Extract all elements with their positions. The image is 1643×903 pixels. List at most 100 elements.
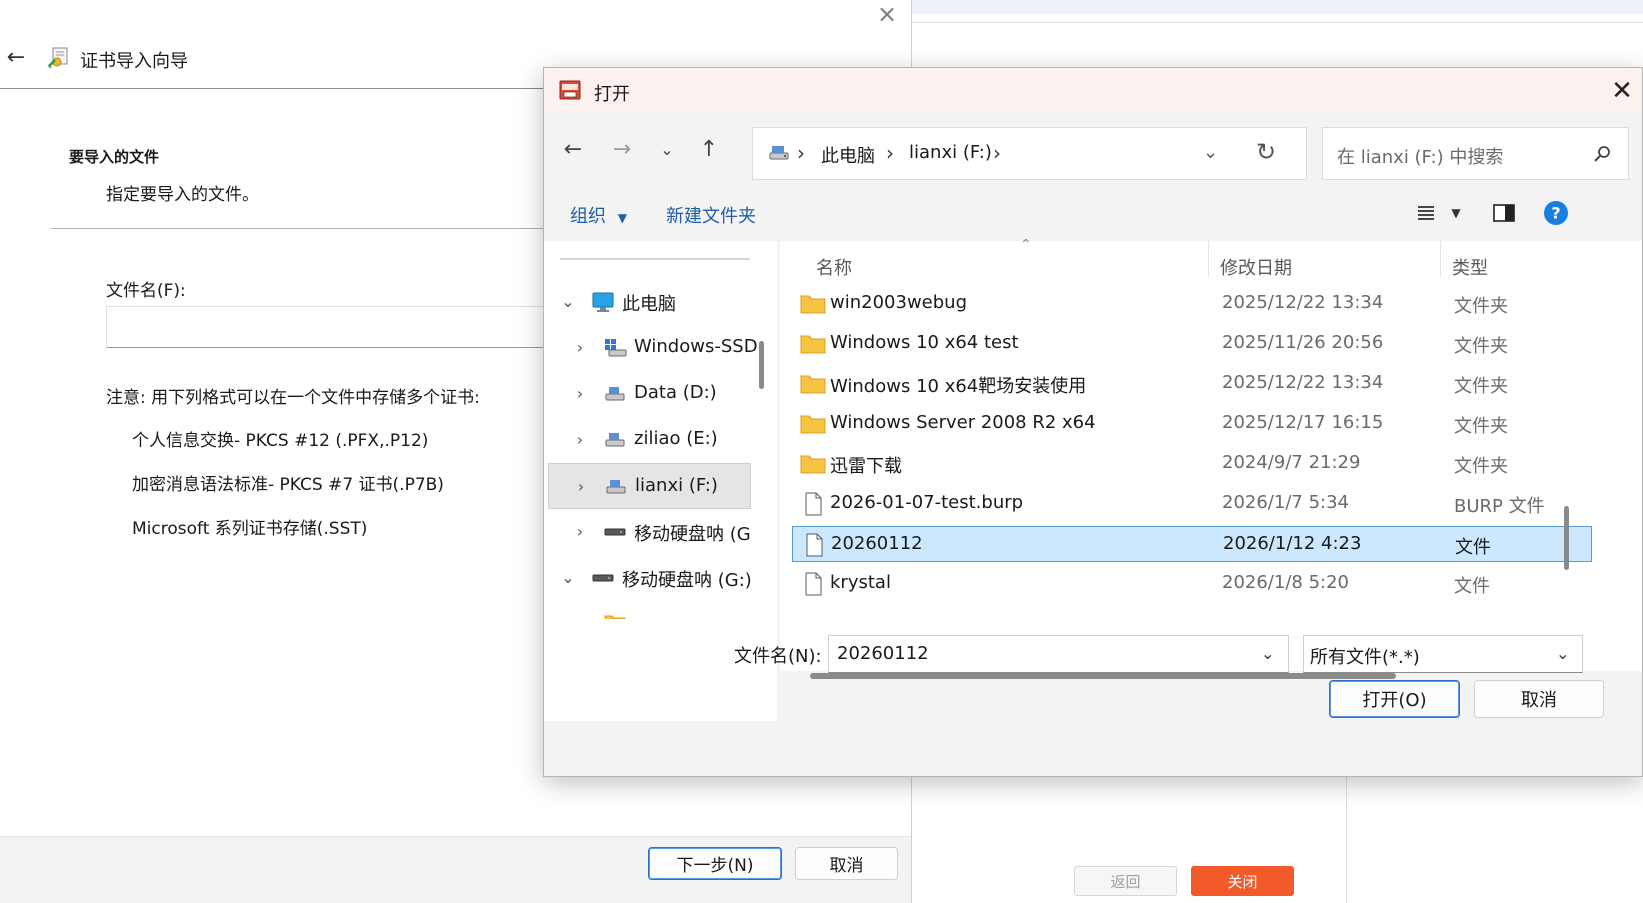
folder-icon (800, 375, 826, 394)
search-icon[interactable] (1591, 143, 1613, 165)
file-name: 20260112 (831, 533, 923, 554)
forward-arrow-icon[interactable]: → (607, 134, 637, 164)
folder-icon (800, 335, 826, 354)
breadcrumb-this-pc[interactable]: 此电脑 (821, 142, 875, 168)
file-date: 2026/1/12 4:23 (1223, 533, 1362, 554)
file-date: 2026/1/8 5:20 (1222, 572, 1349, 593)
dialog-title: 打开 (594, 84, 630, 105)
background-close-button[interactable]: 关闭 (1191, 866, 1294, 896)
close-icon[interactable]: × (873, 0, 901, 28)
file-date: 2025/12/22 13:34 (1222, 292, 1384, 313)
wizard-title: 证书导入向导 (80, 51, 188, 72)
format-item-sst: Microsoft 系列证书存储(.SST) (132, 519, 368, 539)
column-header-type[interactable]: 类型 (1452, 254, 1488, 280)
file-name: Windows 10 x64靶场安装使用 (830, 376, 1087, 397)
caret-down-icon: ▼ (617, 211, 627, 225)
file-row[interactable]: 迅雷下载 2024/9/7 21:29 文件夹 (792, 446, 1592, 482)
filename-input[interactable]: 20260112 ⌄ (828, 635, 1289, 673)
chevron-right-icon[interactable]: › (572, 477, 590, 496)
folder-icon (800, 415, 826, 434)
filename-value[interactable]: 20260112 (837, 643, 929, 664)
file-name: krystal (830, 572, 891, 593)
nav-item-partial[interactable] (544, 601, 754, 619)
file-type: 文件夹 (1454, 296, 1508, 317)
search-input[interactable]: 在 lianxi (F:) 中搜索 (1337, 143, 1503, 169)
nav-scrollbar[interactable] (759, 341, 764, 389)
nav-label: ziliao (E:) (634, 428, 718, 449)
drive-icon (769, 146, 789, 160)
chevron-down-icon[interactable]: ⌄ (559, 568, 577, 587)
open-dialog-icon (559, 80, 581, 100)
nav-label: 移动硬盘呐 (G (634, 524, 751, 545)
search-box[interactable]: 在 lianxi (F:) 中搜索 (1322, 127, 1629, 180)
filetype-select[interactable]: 所有文件(*.*) ⌄ (1303, 635, 1583, 673)
nav-item-removable-g-root[interactable]: ⌄ 移动硬盘呐 (G:) (544, 555, 754, 601)
view-options-caret-icon[interactable]: ▼ (1442, 200, 1470, 226)
file-row[interactable]: Windows Server 2008 R2 x64 2025/12/17 16… (792, 406, 1592, 442)
file-name-input[interactable] (106, 306, 562, 348)
up-arrow-icon[interactable]: ↑ (694, 134, 724, 164)
cancel-button[interactable]: 取消 (1474, 680, 1604, 718)
chevron-down-icon[interactable]: ⌄ (1556, 644, 1569, 663)
background-back-button[interactable]: 返回 (1074, 866, 1177, 896)
recent-locations-chevron-icon[interactable]: ⌄ (652, 134, 682, 164)
column-divider[interactable] (1208, 241, 1209, 277)
filename-label: 文件名(N): (734, 646, 822, 667)
drive-icon (606, 480, 626, 494)
organize-label: 组织 (570, 206, 606, 227)
cancel-button[interactable]: 取消 (795, 847, 898, 880)
chevron-right-icon[interactable]: › (571, 338, 589, 357)
file-date: 2026/1/7 5:34 (1222, 492, 1349, 513)
breadcrumb-lianxi[interactable]: lianxi (F:) (909, 142, 992, 163)
new-folder-button[interactable]: 新建文件夹 (666, 202, 756, 228)
file-row-selected[interactable]: 20260112 2026/1/12 4:23 文件 (792, 526, 1592, 562)
header-divider (0, 88, 560, 89)
nav-item-this-pc[interactable]: ⌄ 此电脑 (544, 279, 754, 325)
close-icon[interactable]: ✕ (1606, 76, 1638, 106)
vertical-scrollbar[interactable] (1564, 506, 1569, 570)
nav-item-data-d[interactable]: › Data (D:) (544, 371, 754, 417)
nav-label: Data (D:) (634, 382, 717, 403)
organize-menu[interactable]: 组织 ▼ (570, 202, 627, 228)
nav-label: 此电脑 (622, 294, 676, 315)
format-item-pfx: 个人信息交换- PKCS #12 (.PFX,.P12) (132, 431, 429, 451)
folder-icon (800, 455, 826, 474)
chevron-right-icon[interactable]: › (571, 430, 589, 449)
chevron-down-icon[interactable]: ⌄ (1203, 142, 1218, 163)
refresh-icon[interactable]: ↻ (1256, 138, 1276, 166)
file-row[interactable]: krystal 2026/1/8 5:20 文件 (792, 566, 1592, 602)
sort-ascending-icon: ⌃ (1020, 237, 1032, 253)
chevron-right-icon[interactable]: › (571, 522, 589, 541)
next-button[interactable]: 下一步(N) (648, 847, 782, 880)
chevron-right-icon: › (886, 141, 894, 165)
file-row[interactable]: Windows 10 x64 test 2025/11/26 20:56 文件夹 (792, 326, 1592, 362)
column-header-date[interactable]: 修改日期 (1220, 254, 1292, 280)
view-list-icon[interactable] (1412, 200, 1440, 226)
back-arrow-icon[interactable]: ← (4, 44, 28, 70)
chevron-right-icon[interactable]: › (571, 384, 589, 403)
chevron-down-icon[interactable]: ⌄ (559, 292, 577, 311)
section-subheading: 指定要导入的文件。 (106, 185, 259, 205)
column-divider[interactable] (1440, 241, 1441, 277)
file-name: win2003webug (830, 292, 967, 313)
address-bar[interactable]: › 此电脑 › lianxi (F:) › ⌄ ↻ (752, 127, 1307, 180)
nav-item-ziliao-e[interactable]: › ziliao (E:) (544, 417, 754, 463)
open-button[interactable]: 打开(O) (1329, 680, 1460, 718)
nav-item-lianxi-f[interactable]: › lianxi (F:) (548, 463, 751, 509)
file-row[interactable]: Windows 10 x64靶场安装使用 2025/12/22 13:34 文件… (792, 366, 1592, 402)
nav-label: Windows-SSD (634, 336, 758, 357)
nav-label: lianxi (F:) (635, 475, 718, 496)
nav-item-windows-ssd[interactable]: › Windows-SSD (544, 325, 758, 371)
file-row[interactable]: 2026-01-07-test.burp 2026/1/7 5:34 BURP … (792, 486, 1592, 522)
file-date: 2025/11/26 20:56 (1222, 332, 1384, 353)
help-icon[interactable]: ? (1542, 200, 1570, 226)
back-arrow-icon[interactable]: ← (558, 134, 588, 164)
preview-pane-icon[interactable] (1490, 200, 1518, 226)
horizontal-scrollbar[interactable] (810, 673, 1396, 679)
chevron-down-icon[interactable]: ⌄ (1261, 644, 1274, 663)
format-note: 注意: 用下列格式可以在一个文件中存储多个证书: (106, 388, 480, 408)
nav-item-removable-g[interactable]: › 移动硬盘呐 (G (544, 509, 754, 555)
dialog-titlebar: 打开 ✕ (544, 68, 1642, 114)
file-row[interactable]: win2003webug 2025/12/22 13:34 文件夹 (792, 286, 1592, 322)
column-header-name[interactable]: 名称 (816, 254, 852, 280)
